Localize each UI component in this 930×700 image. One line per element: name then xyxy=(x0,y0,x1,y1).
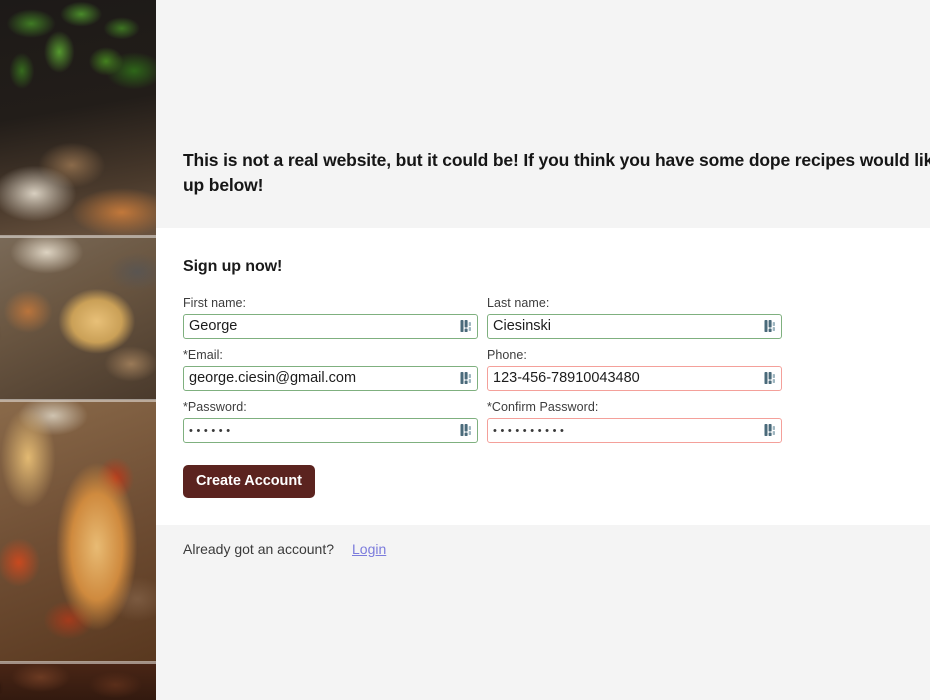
field-last-name: Last name: Ciesinski xyxy=(487,296,782,339)
last-name-input[interactable]: Ciesinski xyxy=(487,314,782,339)
login-link[interactable]: Login xyxy=(352,541,386,557)
field-email: *Email: george.ciesin@gmail.com xyxy=(183,348,478,391)
email-input-wrap: george.ciesin@gmail.com xyxy=(183,366,478,391)
field-first-name: First name: George xyxy=(183,296,478,339)
photo-divider-bottom xyxy=(0,661,156,664)
confirm-password-input-wrap: •••••••••• xyxy=(487,418,782,443)
first-name-input-wrap: George xyxy=(183,314,478,339)
last-name-label: Last name: xyxy=(487,296,550,310)
field-password: *Password: •••••• xyxy=(183,400,478,443)
form-heading: Sign up now! xyxy=(183,258,283,275)
content-column: This is not a real website, but it could… xyxy=(156,0,930,700)
password-input-wrap: •••••• xyxy=(183,418,478,443)
create-account-button[interactable]: Create Account xyxy=(183,465,315,498)
photo-band-potatoes xyxy=(0,236,156,400)
signup-page: cipes plash This is not a real website, … xyxy=(0,0,930,700)
phone-input-wrap: 123-456-78910043480 xyxy=(487,366,782,391)
signup-card: Sign up now! First name: George Last nam… xyxy=(156,228,930,525)
form-row-passwords: *Password: •••••• *Confirm Password: •••… xyxy=(183,400,782,443)
hero-image-panel: cipes plash xyxy=(0,0,156,700)
phone-label: Phone: xyxy=(487,348,527,362)
last-name-input-wrap: Ciesinski xyxy=(487,314,782,339)
password-label: *Password: xyxy=(183,400,247,414)
form-row-contact: *Email: george.ciesin@gmail.com Phone: 1… xyxy=(183,348,782,391)
intro-band: This is not a real website, but it could… xyxy=(156,0,930,228)
phone-input[interactable]: 123-456-78910043480 xyxy=(487,366,782,391)
photo-band-herbs xyxy=(0,0,156,236)
email-label: *Email: xyxy=(183,348,223,362)
signup-form: First name: George Last name: Ciesinski … xyxy=(183,296,782,498)
field-phone: Phone: 123-456-78910043480 xyxy=(487,348,782,391)
field-confirm-password: *Confirm Password: •••••••••• xyxy=(487,400,782,443)
form-row-names: First name: George Last name: Ciesinski xyxy=(183,296,782,339)
photo-divider-top xyxy=(0,235,156,238)
confirm-password-label: *Confirm Password: xyxy=(487,400,599,414)
photo-band-wings xyxy=(0,400,156,662)
intro-paragraph: This is not a real website, but it could… xyxy=(183,150,930,195)
hero-food-photo xyxy=(0,0,156,700)
photo-divider-middle xyxy=(0,399,156,402)
footer-login-row: Already got an account? Login xyxy=(183,541,386,557)
already-account-text: Already got an account? xyxy=(183,541,334,557)
confirm-password-input[interactable]: •••••••••• xyxy=(487,418,782,443)
first-name-label: First name: xyxy=(183,296,247,310)
email-input[interactable]: george.ciesin@gmail.com xyxy=(183,366,478,391)
photo-band-meat xyxy=(0,662,156,700)
password-input[interactable]: •••••• xyxy=(183,418,478,443)
first-name-input[interactable]: George xyxy=(183,314,478,339)
footer-band: Already got an account? Login xyxy=(156,525,930,700)
signup-card-inner: Sign up now! First name: George Last nam… xyxy=(183,228,783,498)
